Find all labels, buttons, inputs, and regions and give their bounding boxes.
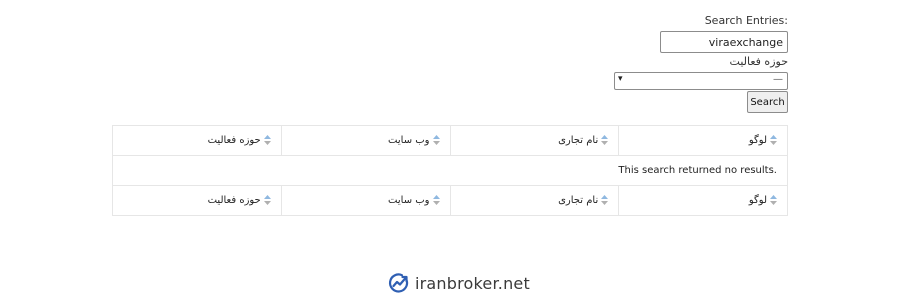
search-button[interactable]: Search	[747, 91, 788, 113]
column-footer-website[interactable]: وب سایت	[280, 185, 451, 216]
search-input[interactable]	[660, 31, 788, 53]
column-header-label: حوزه فعالیت	[207, 135, 261, 146]
brand-logo: iranbroker.net	[388, 270, 530, 296]
no-results-message: This search returned no results.	[112, 155, 788, 186]
search-entries-label: Search Entries:	[704, 14, 788, 27]
sort-arrows-icon	[601, 135, 609, 145]
sort-arrows-icon	[432, 135, 440, 145]
column-header-logo[interactable]: لوگو	[618, 125, 788, 156]
field-of-activity-label: حوزه فعالیت	[729, 55, 788, 68]
field-of-activity-select[interactable]: — ▾	[614, 72, 788, 90]
no-results-row: This search returned no results.	[112, 155, 788, 186]
table-header-row: لوگو نام تجاری وب سایت حوزه فعالیت	[112, 125, 788, 156]
trend-chart-logo-icon	[388, 273, 409, 293]
column-header-field-of-activity[interactable]: حوزه فعالیت	[112, 125, 282, 156]
sort-arrows-icon	[432, 195, 440, 205]
column-footer-logo[interactable]: لوگو	[618, 185, 788, 216]
column-footer-field-of-activity[interactable]: حوزه فعالیت	[112, 185, 282, 216]
column-header-brand-name[interactable]: نام تجاری	[449, 125, 620, 156]
select-value: —	[773, 74, 783, 85]
column-footer-label: حوزه فعالیت	[207, 195, 261, 206]
brand-name: iranbroker.net	[415, 273, 530, 293]
column-header-label: لوگو	[748, 135, 767, 146]
results-table: لوگو نام تجاری وب سایت حوزه فعالیت This …	[112, 125, 788, 216]
column-footer-label: نام تجاری	[558, 195, 599, 206]
column-footer-label: لوگو	[748, 195, 767, 206]
sort-arrows-icon	[601, 195, 609, 205]
sort-arrows-icon	[770, 135, 777, 145]
table-footer-row: لوگو نام تجاری وب سایت حوزه فعالیت	[112, 185, 788, 216]
column-footer-brand-name[interactable]: نام تجاری	[449, 185, 620, 216]
sort-arrows-icon	[263, 195, 271, 205]
sort-arrows-icon	[770, 195, 777, 205]
column-header-label: وب سایت	[388, 135, 430, 146]
column-footer-label: وب سایت	[388, 195, 430, 206]
sort-arrows-icon	[263, 135, 271, 145]
chevron-down-icon: ▾	[618, 74, 623, 84]
column-header-label: نام تجاری	[558, 135, 599, 146]
column-header-website[interactable]: وب سایت	[280, 125, 451, 156]
